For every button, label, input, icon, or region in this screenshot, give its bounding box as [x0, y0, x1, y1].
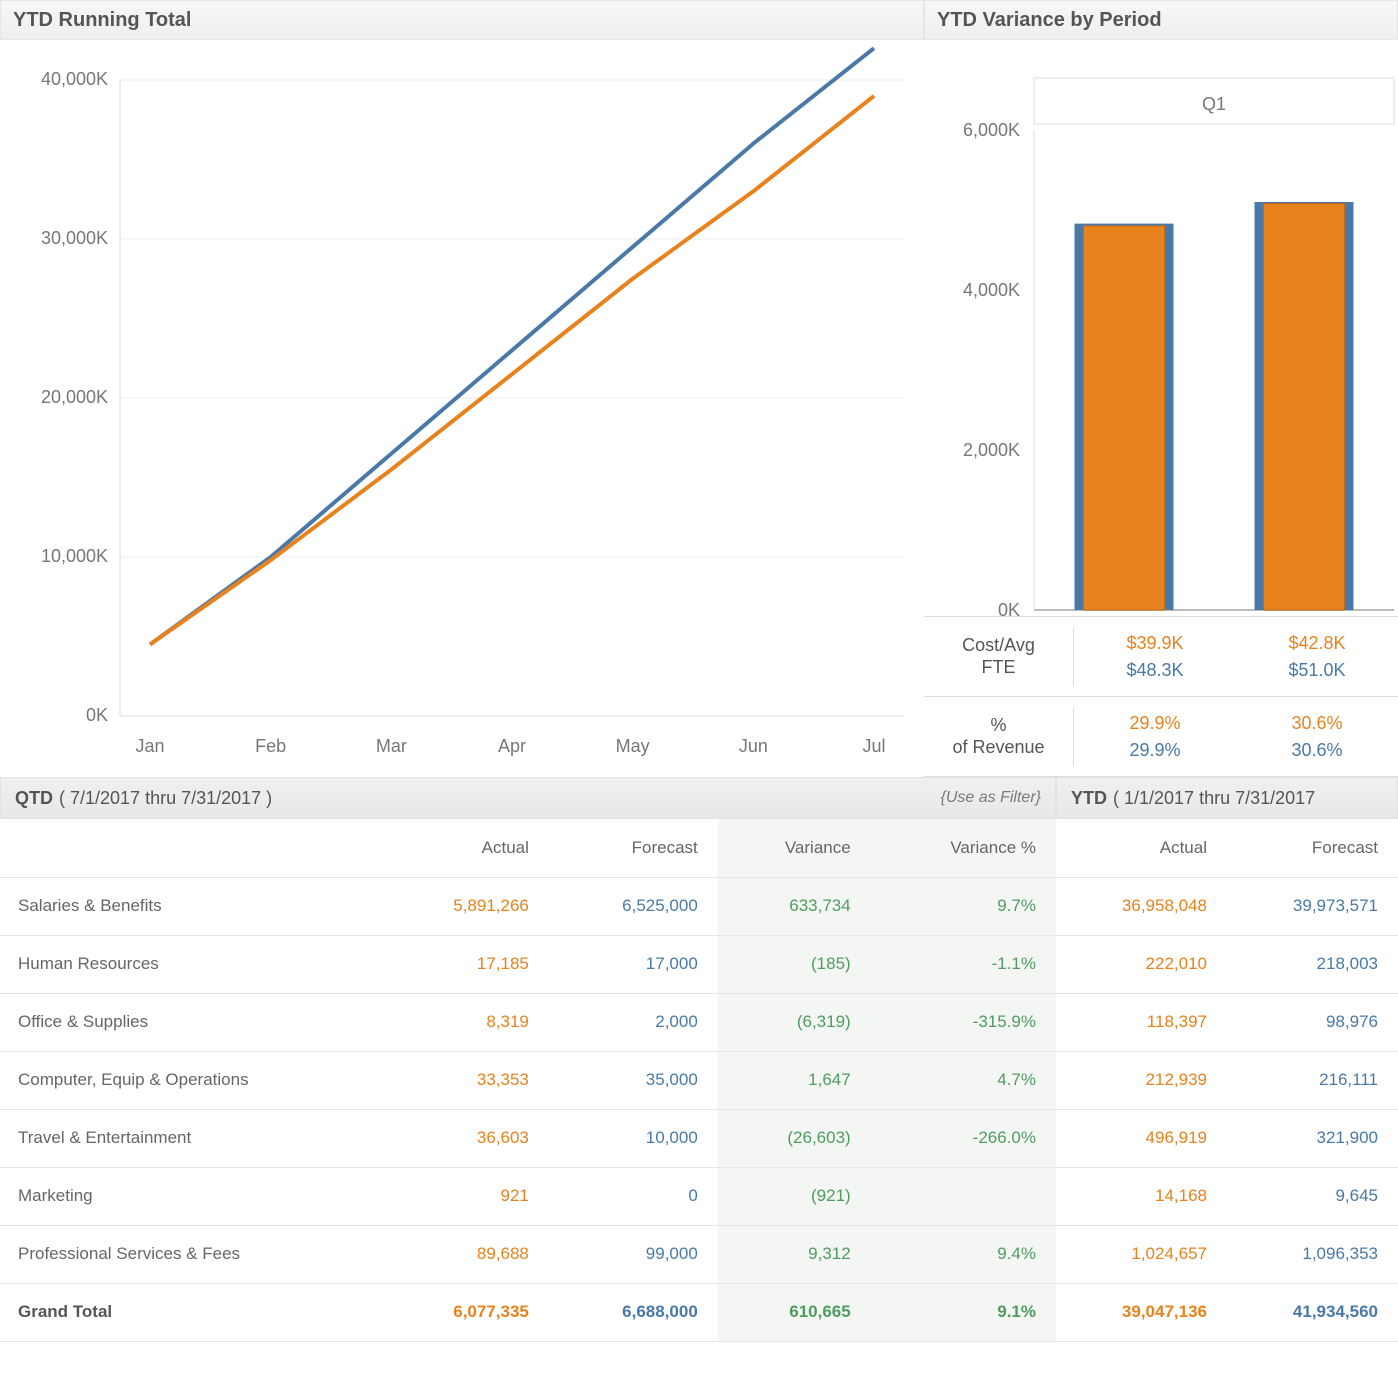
- table-row[interactable]: Marketing9210(921): [0, 1167, 1056, 1225]
- svg-text:4,000K: 4,000K: [963, 280, 1020, 300]
- table-row[interactable]: Salaries & Benefits5,891,2666,525,000633…: [0, 877, 1056, 935]
- ytd-label: YTD: [1071, 788, 1107, 809]
- svg-text:30,000K: 30,000K: [41, 228, 108, 248]
- svg-text:0K: 0K: [998, 600, 1020, 616]
- qtd-title-bar: QTD ( 7/1/2017 thru 7/31/2017 ) {Use as …: [0, 777, 1056, 819]
- grand-total-row[interactable]: Grand Total6,077,3356,688,000610,6659.1%: [0, 1283, 1056, 1341]
- column-header[interactable]: Forecast: [1227, 819, 1398, 877]
- qtd-filter-note[interactable]: {Use as Filter}: [941, 789, 1041, 807]
- table-row[interactable]: Professional Services & Fees89,68899,000…: [0, 1225, 1056, 1283]
- metric-label: %of Revenue: [924, 707, 1074, 766]
- qtd-range: ( 7/1/2017 thru 7/31/2017 ): [59, 788, 272, 809]
- ytd-title-bar: YTD ( 1/1/2017 thru 7/31/2017: [1056, 777, 1398, 819]
- column-header[interactable]: Variance: [718, 819, 871, 877]
- svg-text:6,000K: 6,000K: [963, 120, 1020, 140]
- metric-row: Cost/AvgFTE$39.9K$48.3K$42.8K$51.0K: [924, 617, 1398, 697]
- svg-text:Feb: Feb: [255, 736, 286, 756]
- svg-text:Mar: Mar: [376, 736, 407, 756]
- table-row[interactable]: Computer, Equip & Operations33,35335,000…: [0, 1051, 1056, 1109]
- metric-cell: $42.8K$51.0K: [1236, 633, 1398, 681]
- svg-text:20,000K: 20,000K: [41, 387, 108, 407]
- table-row[interactable]: 118,39798,976: [1056, 993, 1398, 1051]
- qtd-table[interactable]: ActualForecastVarianceVariance %Salaries…: [0, 819, 1056, 1342]
- metric-section: Cost/AvgFTE$39.9K$48.3K$42.8K$51.0K%of R…: [924, 616, 1398, 777]
- svg-text:Jul: Jul: [862, 736, 885, 756]
- ytd-running-title-text: YTD Running Total: [13, 9, 192, 32]
- table-row[interactable]: Travel & Entertainment36,60310,000(26,60…: [0, 1109, 1056, 1167]
- table-row[interactable]: Office & Supplies8,3192,000(6,319)-315.9…: [0, 993, 1056, 1051]
- ytd-variance-title: YTD Variance by Period: [924, 0, 1398, 40]
- ytd-running-chart[interactable]: 0K 10,000K 20,000K 30,000K 40,000K Jan Feb Mar A…: [0, 40, 924, 776]
- metric-cell: 29.9%29.9%: [1074, 713, 1236, 761]
- svg-text:Jun: Jun: [739, 736, 768, 756]
- svg-text:2,000K: 2,000K: [963, 440, 1020, 460]
- table-row[interactable]: 36,958,04839,973,571: [1056, 877, 1398, 935]
- table-row[interactable]: 222,010218,003: [1056, 935, 1398, 993]
- table-row[interactable]: 212,939216,111: [1056, 1051, 1398, 1109]
- table-row[interactable]: Human Resources17,18517,000(185)-1.1%: [0, 935, 1056, 993]
- ytd-variance-chart[interactable]: Q1 0K 2,000K 4,000K 6,000K: [924, 40, 1398, 616]
- table-row[interactable]: 496,919321,900: [1056, 1109, 1398, 1167]
- column-header[interactable]: Variance %: [871, 819, 1056, 877]
- svg-text:Jan: Jan: [135, 736, 164, 756]
- table-row[interactable]: 14,1689,645: [1056, 1167, 1398, 1225]
- table-row[interactable]: 1,024,6571,096,353: [1056, 1225, 1398, 1283]
- qtd-label: QTD: [15, 788, 53, 809]
- svg-text:10,000K: 10,000K: [41, 546, 108, 566]
- metric-row: %of Revenue29.9%29.9%30.6%30.6%: [924, 697, 1398, 777]
- metric-label: Cost/AvgFTE: [924, 627, 1074, 686]
- svg-text:Q1: Q1: [1202, 94, 1226, 114]
- column-header[interactable]: Actual: [380, 819, 549, 877]
- column-header[interactable]: Forecast: [549, 819, 718, 877]
- metric-cell: 30.6%30.6%: [1236, 713, 1398, 761]
- svg-text:40,000K: 40,000K: [41, 69, 108, 89]
- column-header[interactable]: Actual: [1056, 819, 1227, 877]
- svg-text:Apr: Apr: [498, 736, 526, 756]
- grand-total-row[interactable]: 39,047,13641,934,560: [1056, 1283, 1398, 1341]
- ytd-variance-title-text: YTD Variance by Period: [937, 9, 1162, 32]
- metric-cell: $39.9K$48.3K: [1074, 633, 1236, 681]
- ytd-range: ( 1/1/2017 thru 7/31/2017: [1113, 788, 1315, 809]
- ytd-table[interactable]: ActualForecast36,958,04839,973,571222,01…: [1056, 819, 1398, 1342]
- ytd-running-title: YTD Running Total: [0, 0, 924, 40]
- svg-text:May: May: [616, 736, 650, 756]
- svg-text:0K: 0K: [86, 705, 108, 725]
